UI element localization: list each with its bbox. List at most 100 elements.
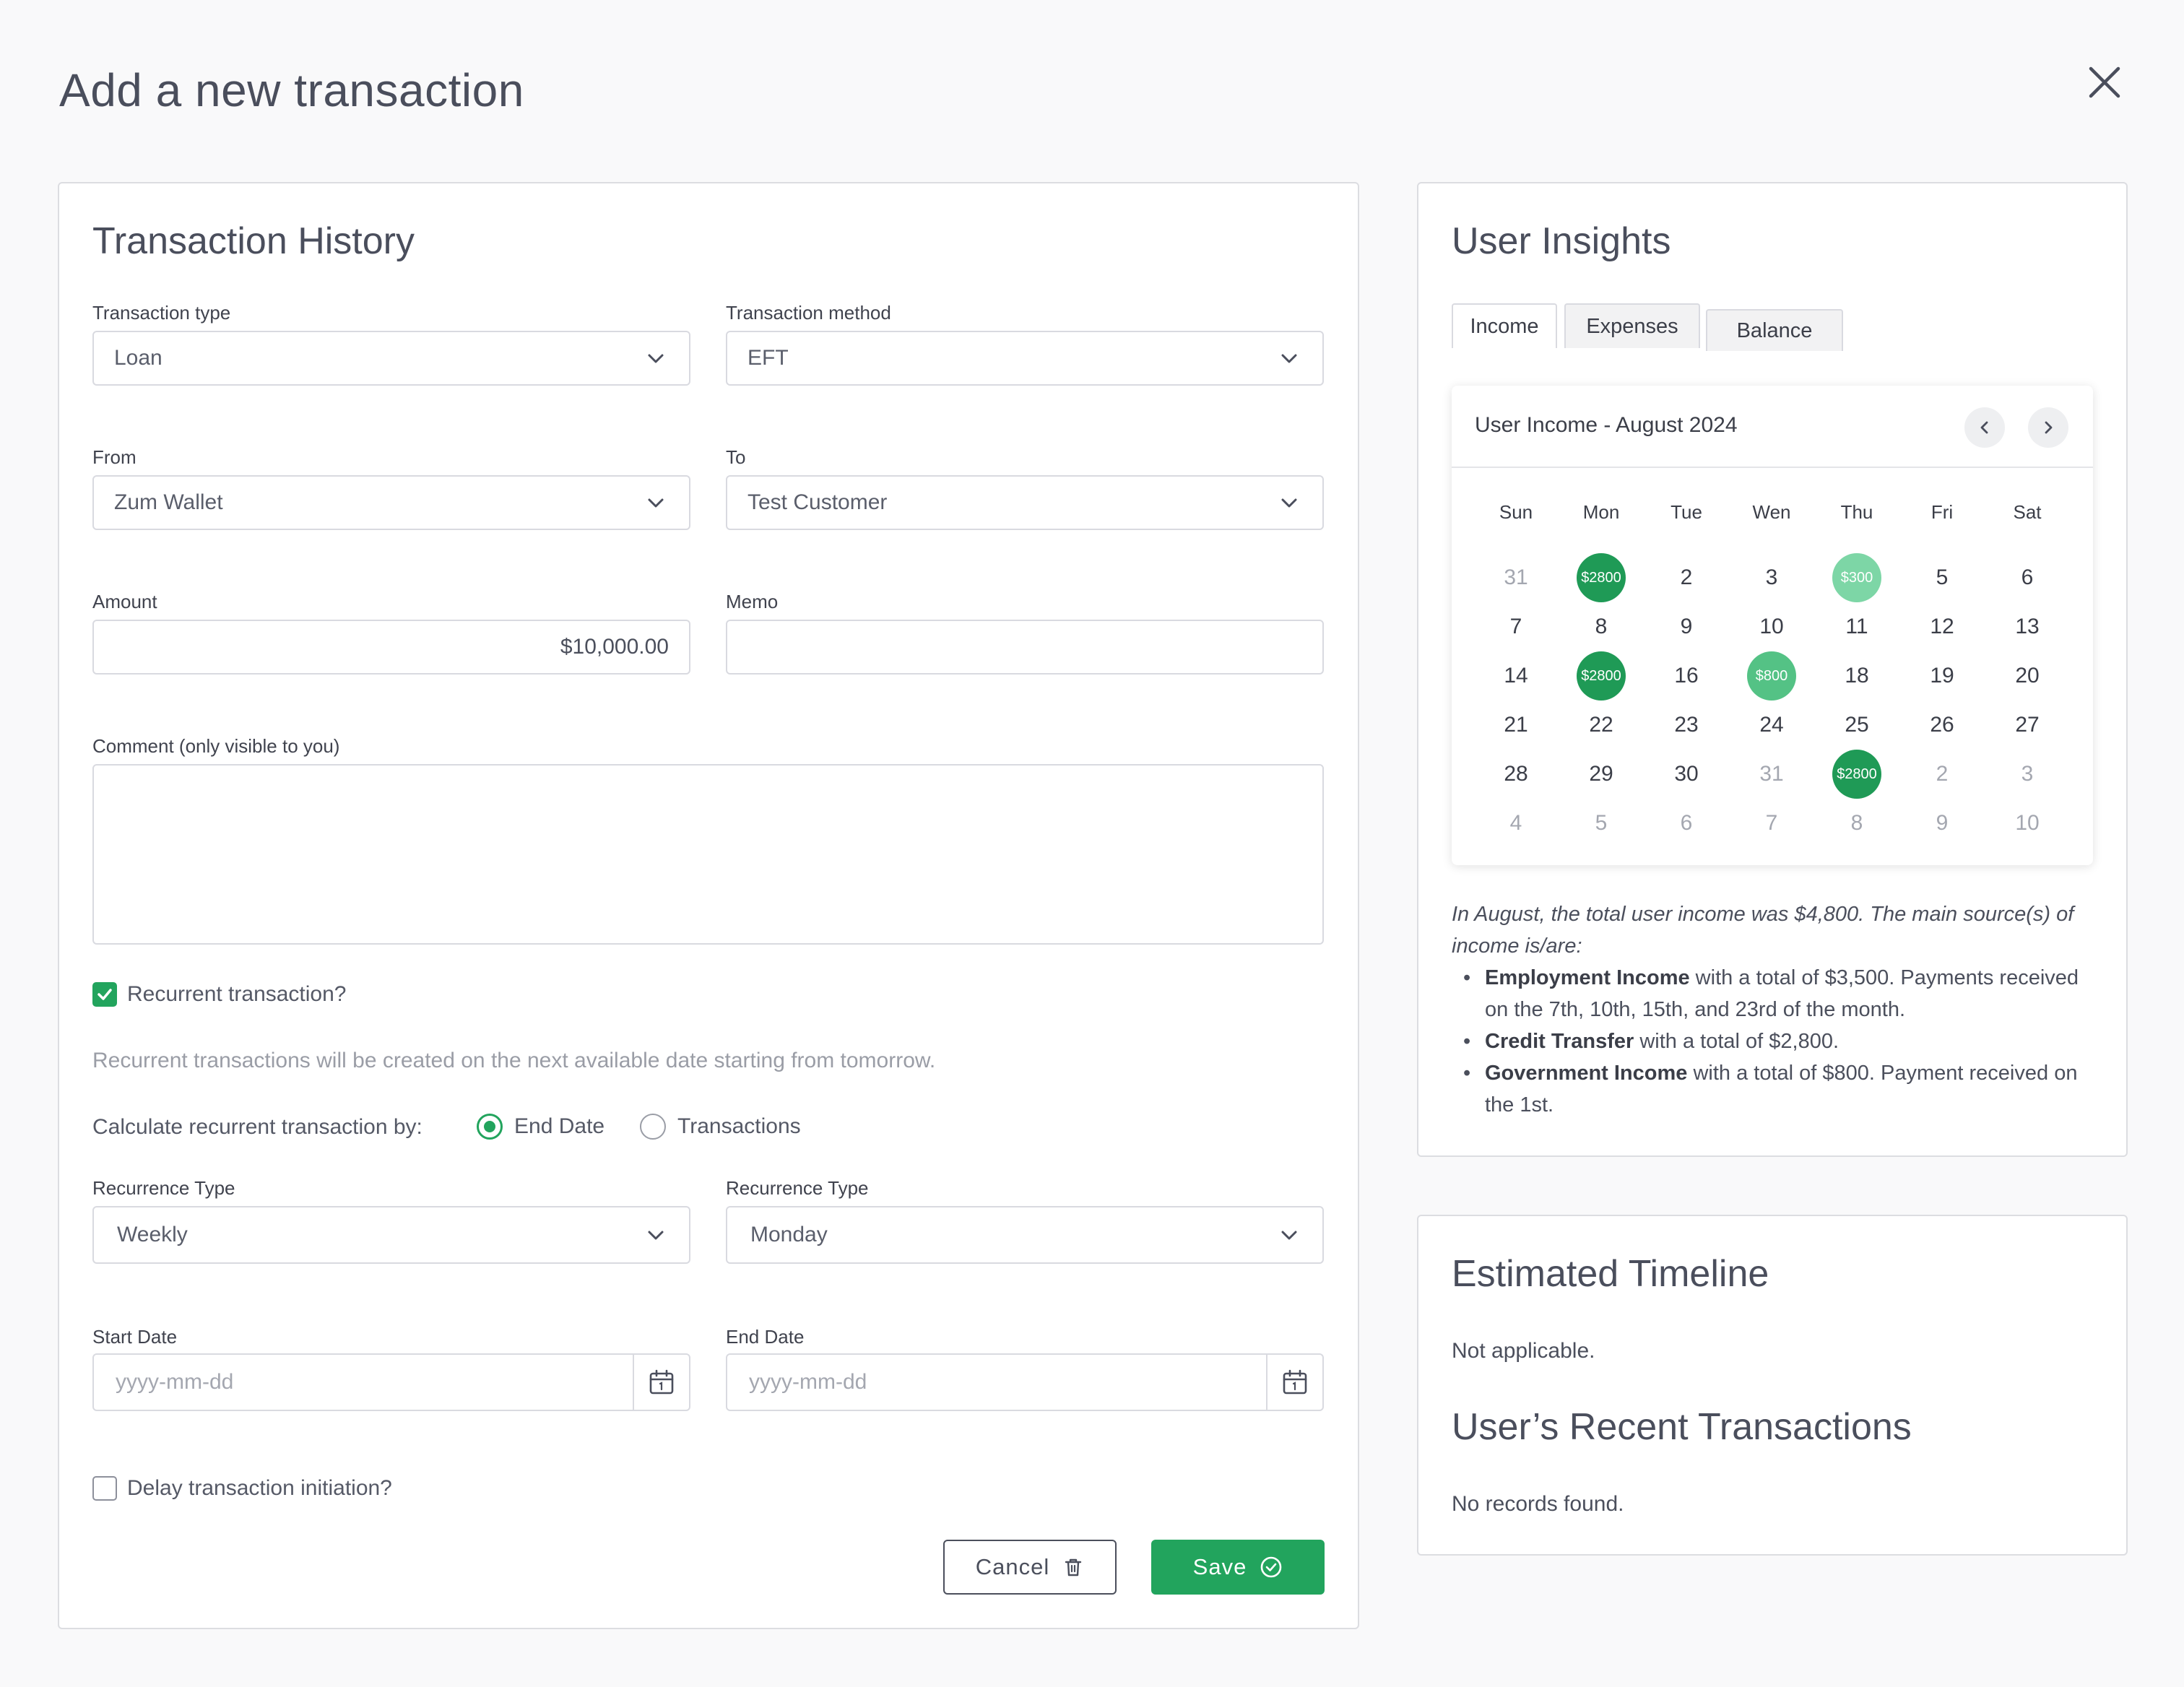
radio-transactions-label: Transactions bbox=[677, 1114, 801, 1138]
calendar-day[interactable]: 21 bbox=[1473, 701, 1559, 750]
calendar-day[interactable]: 29 bbox=[1559, 750, 1644, 799]
recurrence-type-value-2: Monday bbox=[750, 1223, 828, 1246]
calendar-day[interactable]: 5 bbox=[1559, 799, 1644, 848]
calendar-day[interactable]: 9 bbox=[1644, 602, 1729, 651]
income-source-name: Employment Income bbox=[1485, 966, 1690, 989]
calendar-day[interactable]: 24 bbox=[1729, 701, 1814, 750]
calendar-day-income[interactable]: $800 bbox=[1729, 651, 1814, 701]
calendar-prev-button[interactable] bbox=[1964, 407, 2005, 448]
chevron-down-icon bbox=[643, 1222, 669, 1248]
comment-textarea[interactable] bbox=[92, 764, 1324, 945]
start-date-field[interactable]: yyyy-mm-dd bbox=[92, 1353, 690, 1411]
calendar-day-income[interactable]: $2800 bbox=[1559, 651, 1644, 701]
save-button[interactable]: Save bbox=[1151, 1540, 1325, 1595]
calendar-day[interactable]: 6 bbox=[1985, 553, 2070, 602]
calendar-day[interactable]: 7 bbox=[1729, 799, 1814, 848]
radio-transactions-control[interactable] bbox=[640, 1114, 666, 1140]
calendar-day[interactable]: 19 bbox=[1899, 651, 1985, 701]
recurrent-checkbox[interactable] bbox=[92, 982, 117, 1007]
chevron-down-icon bbox=[1276, 1222, 1302, 1248]
calendar-day[interactable]: 23 bbox=[1644, 701, 1729, 750]
income-source-item: Employment Income with a total of $3,500… bbox=[1452, 962, 2094, 1025]
transaction-type-label: Transaction type bbox=[92, 302, 231, 324]
calendar-day-income[interactable]: $2800 bbox=[1559, 553, 1644, 602]
close-button[interactable] bbox=[2081, 59, 2128, 105]
transaction-type-select[interactable]: Loan bbox=[92, 331, 690, 386]
calendar-day[interactable]: 26 bbox=[1899, 701, 1985, 750]
calendar-day[interactable]: 2 bbox=[1899, 750, 1985, 799]
close-icon bbox=[2089, 66, 2120, 98]
radio-end-date-control[interactable] bbox=[477, 1114, 503, 1140]
from-value: Zum Wallet bbox=[114, 490, 223, 514]
calendar-day[interactable]: 20 bbox=[1985, 651, 2070, 701]
calendar-weekday: Mon bbox=[1582, 501, 1620, 523]
calendar-day[interactable]: 22 bbox=[1559, 701, 1644, 750]
calendar-day[interactable]: 9 bbox=[1899, 799, 1985, 848]
calendar-day[interactable]: 28 bbox=[1473, 750, 1559, 799]
from-label: From bbox=[92, 446, 136, 468]
insights-title: User Insights bbox=[1452, 220, 1671, 262]
to-select[interactable]: Test Customer bbox=[726, 475, 1324, 530]
chevron-down-icon bbox=[1276, 490, 1302, 516]
calendar-day-income[interactable]: $2800 bbox=[1814, 750, 1899, 799]
start-date-picker-button[interactable] bbox=[633, 1355, 689, 1410]
calendar-day[interactable]: 25 bbox=[1814, 701, 1899, 750]
calendar-day[interactable]: 10 bbox=[1729, 602, 1814, 651]
recurrence-type-value-1: Weekly bbox=[117, 1223, 188, 1246]
delay-checkbox[interactable] bbox=[92, 1476, 117, 1501]
calendar-day[interactable]: 7 bbox=[1473, 602, 1559, 651]
calendar-day[interactable]: 14 bbox=[1473, 651, 1559, 701]
calendar-weekday: Fri bbox=[1930, 501, 1954, 523]
calendar-next-button[interactable] bbox=[2028, 407, 2068, 448]
radio-transactions[interactable]: Transactions bbox=[640, 1114, 801, 1140]
calendar-day[interactable]: 11 bbox=[1814, 602, 1899, 651]
radio-end-date[interactable]: End Date bbox=[477, 1114, 604, 1140]
calendar-day-income[interactable]: $300 bbox=[1814, 553, 1899, 602]
calendar-day[interactable]: 2 bbox=[1644, 553, 1729, 602]
cancel-button[interactable]: Cancel bbox=[943, 1540, 1117, 1595]
calendar-day[interactable]: 31 bbox=[1473, 553, 1559, 602]
memo-input[interactable] bbox=[726, 620, 1324, 675]
calendar-day[interactable]: 18 bbox=[1814, 651, 1899, 701]
calendar-day[interactable]: 30 bbox=[1644, 750, 1729, 799]
recurrence-type-select-2[interactable]: Monday bbox=[726, 1206, 1324, 1264]
transaction-card-title: Transaction History bbox=[92, 220, 415, 262]
calendar-day[interactable]: 4 bbox=[1473, 799, 1559, 848]
calendar-day[interactable]: 12 bbox=[1899, 602, 1985, 651]
calendar-day[interactable]: 16 bbox=[1644, 651, 1729, 701]
chevron-down-icon bbox=[643, 490, 669, 516]
recurrent-checkbox-row[interactable]: Recurrent transaction? bbox=[92, 982, 347, 1007]
calendar-weekday: Thu bbox=[1840, 501, 1873, 523]
calendar-day[interactable]: 3 bbox=[1985, 750, 2070, 799]
recurrence-type-select-1[interactable]: Weekly bbox=[92, 1206, 690, 1264]
end-date-picker-button[interactable] bbox=[1266, 1355, 1322, 1410]
transaction-type-value: Loan bbox=[114, 346, 162, 370]
timeline-title: Estimated Timeline bbox=[1452, 1253, 1769, 1295]
calendar-day[interactable]: 8 bbox=[1814, 799, 1899, 848]
calendar-day[interactable]: 8 bbox=[1559, 602, 1644, 651]
save-button-label: Save bbox=[1192, 1554, 1247, 1579]
checkmark-icon bbox=[98, 989, 112, 1000]
memo-label: Memo bbox=[726, 591, 779, 612]
calendar-day[interactable]: 5 bbox=[1899, 553, 1985, 602]
calendar-day[interactable]: 27 bbox=[1985, 701, 2070, 750]
end-date-field[interactable]: yyyy-mm-dd bbox=[726, 1353, 1324, 1411]
delay-checkbox-row[interactable]: Delay transaction initiation? bbox=[92, 1476, 392, 1501]
amount-input[interactable]: $10,000.00 bbox=[92, 620, 690, 675]
page-title: Add a new transaction bbox=[59, 64, 524, 116]
start-date-label: Start Date bbox=[92, 1326, 178, 1348]
calendar-day[interactable]: 6 bbox=[1644, 799, 1729, 848]
calendar-day[interactable]: 13 bbox=[1985, 602, 2070, 651]
radio-end-date-label: End Date bbox=[514, 1114, 605, 1138]
calendar-day[interactable]: 10 bbox=[1985, 799, 2070, 848]
tab-income[interactable]: Income bbox=[1452, 303, 1557, 348]
tab-expenses[interactable]: Expenses bbox=[1564, 303, 1700, 348]
calendar-day[interactable]: 31 bbox=[1729, 750, 1814, 799]
tab-balance[interactable]: Balance bbox=[1706, 309, 1843, 351]
transaction-method-select[interactable]: EFT bbox=[726, 331, 1324, 386]
from-select[interactable]: Zum Wallet bbox=[92, 475, 690, 530]
calendar-day[interactable]: 3 bbox=[1729, 553, 1814, 602]
start-date-placeholder: yyyy-mm-dd bbox=[116, 1370, 234, 1394]
timeline-text: Not applicable. bbox=[1452, 1339, 1595, 1363]
income-amount-badge: $2800 bbox=[1577, 651, 1626, 701]
